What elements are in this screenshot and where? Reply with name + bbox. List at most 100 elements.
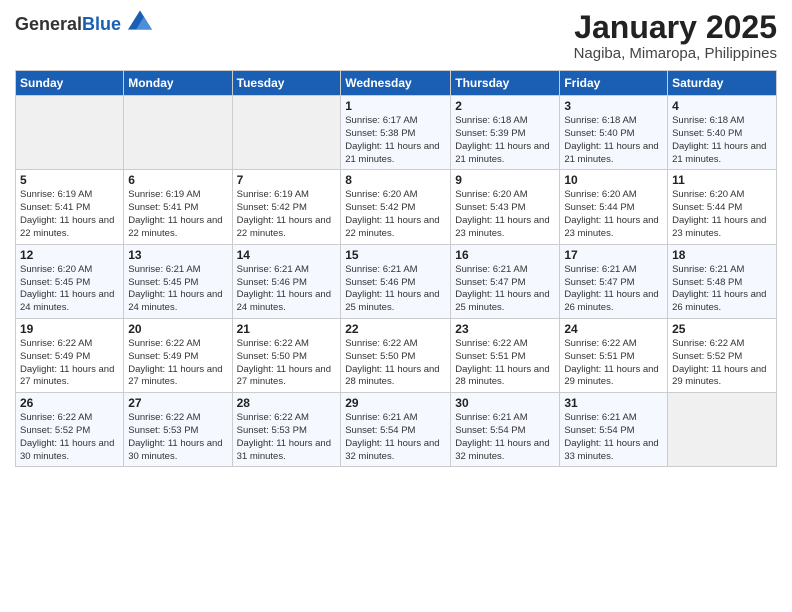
header: GeneralBlue January 2025 Nagiba, Mimarop…	[15, 10, 777, 62]
day-number: 8	[345, 173, 446, 187]
day-info: Sunrise: 6:21 AMSunset: 5:47 PMDaylight:…	[564, 264, 663, 315]
calendar-cell: 13 Sunrise: 6:21 AMSunset: 5:45 PMDayligh…	[124, 244, 232, 318]
day-info: Sunrise: 6:22 AMSunset: 5:51 PMDaylight:…	[564, 338, 663, 389]
day-info: Sunrise: 6:19 AMSunset: 5:42 PMDaylight:…	[237, 189, 337, 240]
day-info: Sunrise: 6:18 AMSunset: 5:40 PMDaylight:…	[564, 115, 663, 166]
calendar-cell: 28 Sunrise: 6:22 AMSunset: 5:53 PMDayligh…	[232, 393, 341, 467]
calendar-header-saturday: Saturday	[668, 71, 777, 96]
calendar-cell	[16, 96, 124, 170]
day-number: 26	[20, 396, 119, 410]
calendar-cell: 30 Sunrise: 6:21 AMSunset: 5:54 PMDayligh…	[451, 393, 560, 467]
calendar-cell: 29Sunrise: 6:21 AMSunset: 5:54 PMDayligh…	[341, 393, 451, 467]
day-number: 1	[345, 99, 446, 113]
day-number: 22	[345, 322, 446, 336]
calendar-cell: 5 Sunrise: 6:19 AMSunset: 5:41 PMDaylight…	[16, 170, 124, 244]
calendar-week-2: 5 Sunrise: 6:19 AMSunset: 5:41 PMDaylight…	[16, 170, 777, 244]
calendar-table: SundayMondayTuesdayWednesdayThursdayFrid…	[15, 70, 777, 467]
calendar-cell: 1 Sunrise: 6:17 AMSunset: 5:38 PMDaylight…	[341, 96, 451, 170]
calendar-cell: 19 Sunrise: 6:22 AMSunset: 5:49 PMDayligh…	[16, 318, 124, 392]
day-info: Sunrise: 6:22 AMSunset: 5:50 PMDaylight:…	[237, 338, 337, 389]
calendar-cell: 11Sunrise: 6:20 AMSunset: 5:44 PMDayligh…	[668, 170, 777, 244]
calendar-cell	[232, 96, 341, 170]
calendar-header-monday: Monday	[124, 71, 232, 96]
day-info: Sunrise: 6:22 AMSunset: 5:52 PMDaylight:…	[672, 338, 772, 389]
calendar-cell: 3 Sunrise: 6:18 AMSunset: 5:40 PMDaylight…	[560, 96, 668, 170]
day-info: Sunrise: 6:22 AMSunset: 5:53 PMDaylight:…	[237, 412, 337, 463]
calendar-cell: 14 Sunrise: 6:21 AMSunset: 5:46 PMDayligh…	[232, 244, 341, 318]
day-number: 16	[455, 248, 555, 262]
day-number: 15	[345, 248, 446, 262]
calendar-week-4: 19 Sunrise: 6:22 AMSunset: 5:49 PMDayligh…	[16, 318, 777, 392]
calendar-cell: 6Sunrise: 6:19 AMSunset: 5:41 PMDaylight…	[124, 170, 232, 244]
day-info: Sunrise: 6:19 AMSunset: 5:41 PMDaylight:…	[20, 189, 119, 240]
page-subtitle: Nagiba, Mimaropa, Philippines	[574, 45, 777, 62]
day-number: 20	[128, 322, 227, 336]
day-number: 18	[672, 248, 772, 262]
day-number: 23	[455, 322, 555, 336]
day-info: Sunrise: 6:18 AMSunset: 5:40 PMDaylight:…	[672, 115, 772, 166]
day-info: Sunrise: 6:22 AMSunset: 5:49 PMDaylight:…	[20, 338, 119, 389]
calendar-cell: 9Sunrise: 6:20 AMSunset: 5:43 PMDaylight…	[451, 170, 560, 244]
day-number: 11	[672, 173, 772, 187]
day-number: 31	[564, 396, 663, 410]
calendar-cell: 16 Sunrise: 6:21 AMSunset: 5:47 PMDayligh…	[451, 244, 560, 318]
day-number: 21	[237, 322, 337, 336]
calendar-cell: 7 Sunrise: 6:19 AMSunset: 5:42 PMDaylight…	[232, 170, 341, 244]
day-number: 14	[237, 248, 337, 262]
calendar-cell: 8Sunrise: 6:20 AMSunset: 5:42 PMDaylight…	[341, 170, 451, 244]
day-number: 30	[455, 396, 555, 410]
calendar-week-5: 26Sunrise: 6:22 AMSunset: 5:52 PMDayligh…	[16, 393, 777, 467]
calendar-cell: 21 Sunrise: 6:22 AMSunset: 5:50 PMDayligh…	[232, 318, 341, 392]
calendar-header-sunday: Sunday	[16, 71, 124, 96]
logo-icon	[128, 10, 152, 30]
calendar-header-row: SundayMondayTuesdayWednesdayThursdayFrid…	[16, 71, 777, 96]
calendar-cell: 22 Sunrise: 6:22 AMSunset: 5:50 PMDayligh…	[341, 318, 451, 392]
calendar-cell: 23 Sunrise: 6:22 AMSunset: 5:51 PMDayligh…	[451, 318, 560, 392]
day-number: 5	[20, 173, 119, 187]
day-info: Sunrise: 6:21 AMSunset: 5:54 PMDaylight:…	[564, 412, 663, 463]
day-number: 10	[564, 173, 663, 187]
day-info: Sunrise: 6:21 AMSunset: 5:46 PMDaylight:…	[345, 264, 446, 315]
day-number: 28	[237, 396, 337, 410]
title-block: January 2025 Nagiba, Mimaropa, Philippin…	[574, 10, 777, 62]
day-info: Sunrise: 6:21 AMSunset: 5:54 PMDaylight:…	[455, 412, 555, 463]
day-info: Sunrise: 6:22 AMSunset: 5:50 PMDaylight:…	[345, 338, 446, 389]
day-info: Sunrise: 6:21 AMSunset: 5:46 PMDaylight:…	[237, 264, 337, 315]
calendar-cell: 10 Sunrise: 6:20 AMSunset: 5:44 PMDayligh…	[560, 170, 668, 244]
calendar-cell: 17 Sunrise: 6:21 AMSunset: 5:47 PMDayligh…	[560, 244, 668, 318]
day-info: Sunrise: 6:21 AMSunset: 5:47 PMDaylight:…	[455, 264, 555, 315]
calendar-cell: 2Sunrise: 6:18 AMSunset: 5:39 PMDaylight…	[451, 96, 560, 170]
day-info: Sunrise: 6:19 AMSunset: 5:41 PMDaylight:…	[128, 189, 227, 240]
calendar-cell: 25 Sunrise: 6:22 AMSunset: 5:52 PMDayligh…	[668, 318, 777, 392]
calendar-cell: 26Sunrise: 6:22 AMSunset: 5:52 PMDayligh…	[16, 393, 124, 467]
day-number: 12	[20, 248, 119, 262]
calendar-cell	[668, 393, 777, 467]
day-info: Sunrise: 6:21 AMSunset: 5:45 PMDaylight:…	[128, 264, 227, 315]
calendar-cell: 27Sunrise: 6:22 AMSunset: 5:53 PMDayligh…	[124, 393, 232, 467]
calendar-cell: 18 Sunrise: 6:21 AMSunset: 5:48 PMDayligh…	[668, 244, 777, 318]
day-info: Sunrise: 6:17 AMSunset: 5:38 PMDaylight:…	[345, 115, 446, 166]
day-info: Sunrise: 6:22 AMSunset: 5:51 PMDaylight:…	[455, 338, 555, 389]
calendar-week-1: 1 Sunrise: 6:17 AMSunset: 5:38 PMDaylight…	[16, 96, 777, 170]
day-info: Sunrise: 6:22 AMSunset: 5:53 PMDaylight:…	[128, 412, 227, 463]
day-info: Sunrise: 6:21 AMSunset: 5:48 PMDaylight:…	[672, 264, 772, 315]
day-number: 3	[564, 99, 663, 113]
day-number: 19	[20, 322, 119, 336]
day-info: Sunrise: 6:22 AMSunset: 5:49 PMDaylight:…	[128, 338, 227, 389]
day-number: 9	[455, 173, 555, 187]
day-number: 25	[672, 322, 772, 336]
day-number: 7	[237, 173, 337, 187]
calendar-header-friday: Friday	[560, 71, 668, 96]
calendar-cell: 20 Sunrise: 6:22 AMSunset: 5:49 PMDayligh…	[124, 318, 232, 392]
calendar-header-tuesday: Tuesday	[232, 71, 341, 96]
logo-blue-text: Blue	[82, 14, 121, 34]
calendar-header-thursday: Thursday	[451, 71, 560, 96]
day-info: Sunrise: 6:20 AMSunset: 5:45 PMDaylight:…	[20, 264, 119, 315]
calendar-cell: 15 Sunrise: 6:21 AMSunset: 5:46 PMDayligh…	[341, 244, 451, 318]
day-number: 17	[564, 248, 663, 262]
day-number: 13	[128, 248, 227, 262]
calendar-cell: 12 Sunrise: 6:20 AMSunset: 5:45 PMDayligh…	[16, 244, 124, 318]
calendar-cell: 31 Sunrise: 6:21 AMSunset: 5:54 PMDayligh…	[560, 393, 668, 467]
calendar-cell	[124, 96, 232, 170]
day-info: Sunrise: 6:20 AMSunset: 5:44 PMDaylight:…	[564, 189, 663, 240]
